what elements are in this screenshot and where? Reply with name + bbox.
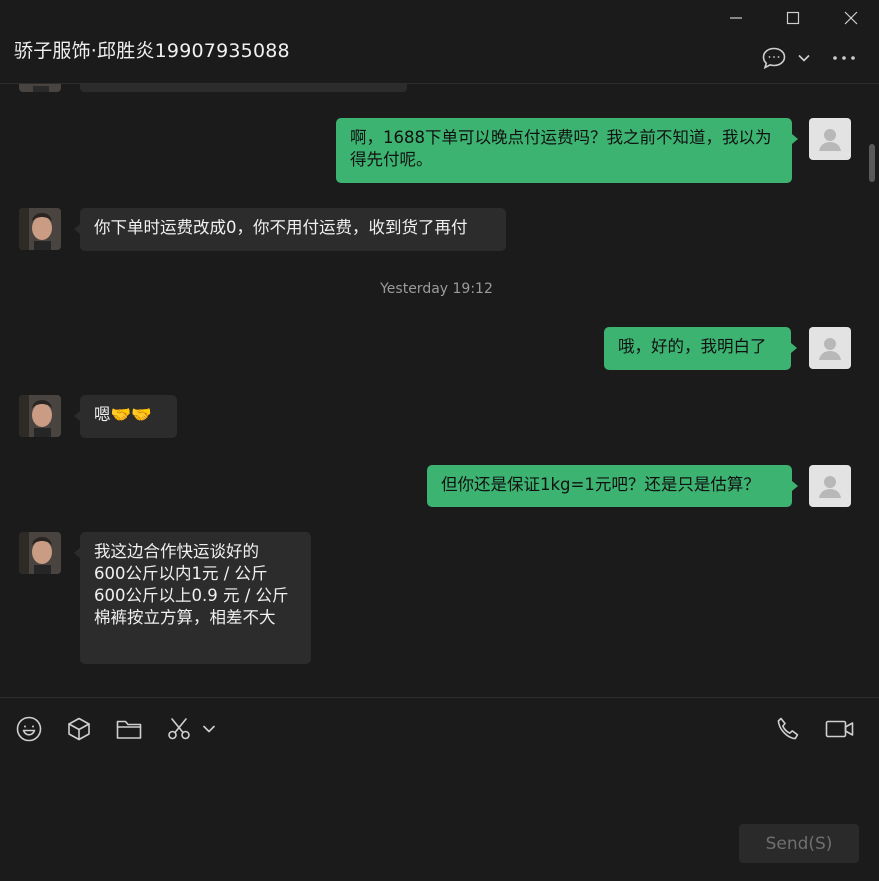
minimize-icon: [730, 17, 742, 19]
chat-info-button[interactable]: [760, 44, 788, 72]
contact-photo: [19, 208, 61, 250]
emoji-button[interactable]: [14, 714, 44, 744]
close-icon: [844, 11, 858, 25]
message-timestamp: Yesterday 19:12: [380, 281, 493, 297]
contact-photo: [19, 395, 61, 437]
user-placeholder-icon: [819, 338, 841, 360]
phone-icon: [777, 717, 799, 740]
more-icon: [833, 56, 855, 60]
chevron-down-icon: [203, 725, 215, 733]
message-input[interactable]: [14, 752, 864, 814]
emoji-icon: [16, 716, 42, 742]
chat-title: 骄子服饰·邱胜炎19907935088: [14, 40, 290, 62]
contact-photo: [19, 532, 61, 574]
message-bubble-sent[interactable]: 啊，1688下单可以晚点付运费吗？我之前不知道，我以为得先付呢。: [336, 118, 798, 183]
message-bubble-received[interactable]: 你下单时运费改成0，你不用付运费，收到货了再付: [74, 208, 506, 251]
scrollbar-thumb[interactable]: [869, 144, 875, 182]
contact-avatar[interactable]: [19, 532, 61, 574]
chevron-down-icon: [798, 54, 810, 62]
folder-icon: [116, 720, 142, 739]
more-button[interactable]: [830, 48, 858, 68]
screenshot-button[interactable]: [164, 714, 194, 744]
message-bubble-sent[interactable]: 但你还是保证1kg=1元吧？还是只是估算？: [427, 465, 798, 507]
contact-avatar[interactable]: [19, 84, 61, 92]
contact-avatar[interactable]: [19, 395, 61, 437]
message-list[interactable]: 啊，1688下单可以晚点付运费吗？我之前不知道，我以为得先付呢。 你下单时运费改…: [0, 84, 879, 696]
video-call-button[interactable]: [824, 714, 856, 744]
user-placeholder-icon: [819, 476, 841, 498]
maximize-icon: [786, 11, 800, 25]
scissors-icon: [168, 718, 190, 740]
message-bubble-received[interactable]: 嗯🤝🤝: [74, 395, 177, 438]
favorites-button[interactable]: [64, 714, 94, 744]
send-button[interactable]: Send(S): [739, 824, 859, 863]
cube-icon: [68, 717, 90, 741]
message-bubble-received[interactable]: 我这边合作快运谈好的 600公斤以内1元 / 公斤 600公斤以上0.9 元 /…: [74, 532, 311, 664]
minimize-button[interactable]: [722, 6, 750, 30]
contact-avatar[interactable]: [19, 208, 61, 250]
composer-divider: [0, 697, 879, 698]
close-button[interactable]: [837, 6, 865, 30]
send-file-button[interactable]: [114, 714, 144, 744]
maximize-button[interactable]: [779, 6, 807, 30]
message-bubble-partial: [80, 84, 407, 92]
user-placeholder-icon: [819, 129, 841, 151]
my-avatar[interactable]: [809, 465, 851, 507]
chat-options-dropdown[interactable]: [796, 50, 812, 66]
chat-bubble-icon: [762, 47, 786, 70]
screenshot-options-dropdown[interactable]: [200, 714, 218, 744]
voice-call-button[interactable]: [773, 714, 803, 744]
message-bubble-sent[interactable]: 哦，好的，我明白了: [604, 327, 797, 370]
video-icon: [825, 720, 854, 738]
my-avatar[interactable]: [809, 118, 851, 160]
my-avatar[interactable]: [809, 327, 851, 369]
